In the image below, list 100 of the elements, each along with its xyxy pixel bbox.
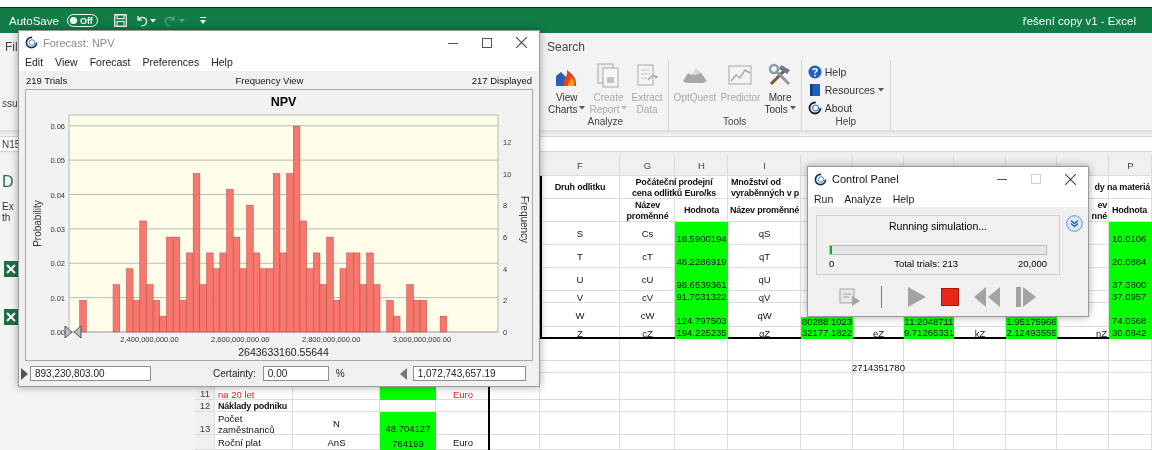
table-cell: 80288.1023 xyxy=(801,317,853,327)
table-cell: Náklady podniku xyxy=(218,400,287,412)
maximize-button[interactable] xyxy=(482,37,492,48)
chart-title: NPV xyxy=(270,95,297,109)
caret-icon xyxy=(149,18,156,23)
menu-item[interactable]: Edit xyxy=(25,56,44,69)
window-title: Control Panel xyxy=(832,173,899,185)
table-cell: 2.12493555 xyxy=(1006,327,1057,339)
table-cell: Cs xyxy=(641,228,654,239)
grabber-handle[interactable] xyxy=(73,325,82,339)
table-cell: Euro xyxy=(452,437,474,448)
left-triangle-icon[interactable] xyxy=(399,367,407,380)
row-header[interactable]: 12 xyxy=(199,400,211,412)
spreadsheet-icon[interactable] xyxy=(4,309,18,325)
logo-icon xyxy=(814,172,827,186)
trials-label: 219 Trials xyxy=(26,74,68,86)
table-cell: Druh odlitku xyxy=(554,182,606,193)
ribbon-button[interactable]: About xyxy=(805,100,855,115)
pane-text: Ex xyxy=(2,201,14,212)
close-button[interactable] xyxy=(516,37,527,48)
table-cell: Počáteční prodejní cena odlitků Euro/ks xyxy=(632,176,716,199)
table-cell: cZ xyxy=(642,327,653,339)
ribbon-button[interactable]: Help xyxy=(805,64,849,79)
value-field[interactable]: 893,230,803.00 xyxy=(30,366,151,381)
undo-icon[interactable] xyxy=(134,14,156,27)
status-text: Running simulation... xyxy=(888,220,988,232)
certainty-label: Certainty: xyxy=(213,368,256,379)
menu-item[interactable]: Help xyxy=(892,192,915,206)
table-cell: N xyxy=(333,418,340,429)
histogram-bar xyxy=(112,284,120,333)
ribbon-button[interactable]: Resources xyxy=(805,82,886,97)
ribbon-button[interactable]: More Tools xyxy=(763,62,797,116)
table-cell: U xyxy=(576,274,584,285)
ribbon-button[interactable]: View Charts xyxy=(547,62,587,116)
caret-icon xyxy=(178,18,185,23)
ribbon-button[interactable]: ssu xyxy=(2,98,18,109)
help-icon xyxy=(807,64,822,79)
right-triangle-icon[interactable] xyxy=(21,367,28,380)
menu-item[interactable]: View xyxy=(55,56,78,69)
table-cell: 9.71265331 xyxy=(904,327,954,339)
table-cell: 98.6539361 xyxy=(675,268,728,291)
ribbon-tab[interactable]: Fil xyxy=(0,39,18,54)
table-cell: 20.0884 xyxy=(1109,245,1152,268)
column-header[interactable]: P xyxy=(1127,160,1134,171)
table-cell: Množství od vyraběnných v p xyxy=(731,176,800,199)
search-label[interactable]: Search xyxy=(547,39,586,54)
table-cell: AnS xyxy=(327,437,346,448)
table-cell: 764199 xyxy=(380,435,436,450)
table-cell: 10.0106 xyxy=(1109,222,1152,245)
value-field[interactable]: 1,072,743,657.19 xyxy=(412,366,526,381)
table-cell: 11.2048711 xyxy=(904,317,954,327)
group-label: Help xyxy=(835,116,857,129)
customize-icon[interactable] xyxy=(198,16,207,25)
table-cell: na 20 let xyxy=(218,389,255,400)
table-cell: 91.7031322 xyxy=(675,291,728,303)
table-cell: cV xyxy=(641,291,654,303)
highlighted-cell xyxy=(380,387,436,400)
table-cell: 74.0568 xyxy=(1109,303,1152,327)
table-cell: Hodnota xyxy=(1112,205,1148,216)
column-header[interactable]: G xyxy=(643,160,652,171)
menu-item[interactable]: Forecast xyxy=(89,56,131,69)
table-cell: 194.225235 xyxy=(675,327,728,339)
histogram-bar xyxy=(439,315,447,333)
book-icon xyxy=(807,82,822,97)
column-header[interactable]: I xyxy=(763,160,766,171)
row-header[interactable]: 11 xyxy=(200,388,210,400)
axis-title: Frequency xyxy=(519,195,530,244)
table-cell: qZ xyxy=(758,327,771,339)
close-button[interactable] xyxy=(1065,173,1076,185)
table-cell: qW xyxy=(757,309,772,321)
table-cell: ev nné xyxy=(1091,199,1107,222)
chevron-button[interactable] xyxy=(1066,215,1083,232)
table-cell: qV xyxy=(758,291,771,303)
menu-item[interactable]: Analyze xyxy=(844,192,882,206)
spreadsheet-icon[interactable] xyxy=(4,261,18,277)
save-icon[interactable] xyxy=(113,14,127,27)
table-cell: 48.2286919 xyxy=(675,245,728,268)
row-header[interactable]: 13 xyxy=(199,423,211,435)
grabber-handle[interactable] xyxy=(64,325,73,339)
column-header[interactable]: F xyxy=(577,160,583,171)
table-cell: 48.704127 xyxy=(380,412,436,435)
table-cell: cU xyxy=(641,274,654,285)
progress-min: 0 xyxy=(829,258,835,269)
menu-item[interactable]: Preferences xyxy=(142,56,200,69)
certainty-field[interactable]: 0.00 xyxy=(262,366,329,381)
menu-item[interactable]: Help xyxy=(211,56,233,69)
table-cell: 18.5900194 xyxy=(675,222,728,245)
column-header[interactable]: H xyxy=(698,160,705,171)
menu-item[interactable]: Run xyxy=(814,192,834,206)
table-cell: 32177.1822 xyxy=(801,327,853,339)
window-title: řešení copy v1 - Excel xyxy=(1022,14,1137,27)
table-cell: 2714351780 xyxy=(852,361,905,373)
axis-title: 2643633160.55644 xyxy=(238,346,329,358)
progress-max: 20,000 xyxy=(1017,258,1047,269)
table-cell: V xyxy=(576,291,584,303)
autosave-label: AutoSave xyxy=(9,14,59,27)
axis-title: Probability xyxy=(32,200,43,247)
table-cell: 124.797503 xyxy=(675,303,728,327)
group-label: Tools xyxy=(723,116,747,129)
table-cell: kZ xyxy=(974,327,986,339)
